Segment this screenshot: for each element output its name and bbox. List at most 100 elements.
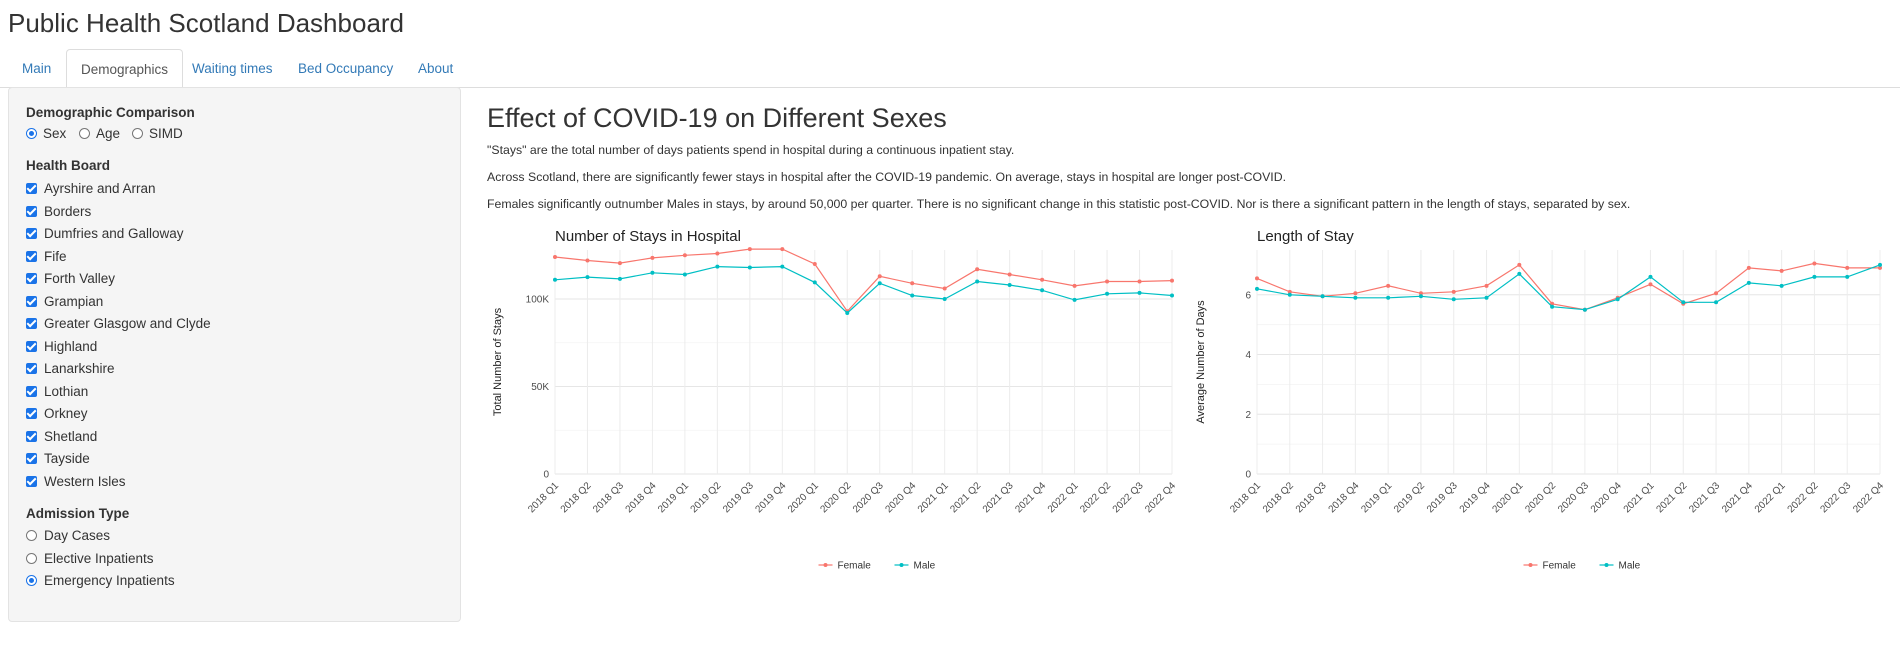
checkbox[interactable] bbox=[26, 475, 37, 487]
checkbox-forth-valley[interactable]: Forth Valley bbox=[26, 271, 115, 286]
checkbox-label: Western Isles bbox=[44, 473, 126, 489]
data-point-female bbox=[553, 255, 557, 259]
radio-button[interactable] bbox=[132, 128, 143, 139]
x-tick-label: 2019 Q4 bbox=[1458, 480, 1493, 515]
checkbox[interactable] bbox=[26, 453, 37, 464]
radio-sex[interactable]: Sex bbox=[26, 126, 66, 141]
y-axis-label: Total Number of Stays bbox=[492, 307, 504, 416]
data-point-female bbox=[1353, 291, 1358, 296]
checkbox-label: Tayside bbox=[44, 451, 90, 466]
length-of-stay-chart: 02462018 Q12018 Q22018 Q32018 Q42019 Q12… bbox=[1195, 228, 1886, 572]
legend-marker-male bbox=[1604, 563, 1609, 567]
data-point-female bbox=[910, 281, 915, 286]
data-point-male bbox=[877, 281, 882, 286]
x-tick-label: 2019 Q2 bbox=[1392, 480, 1427, 515]
tab-main[interactable]: Main bbox=[8, 49, 65, 88]
checkbox[interactable] bbox=[26, 183, 37, 194]
checkbox-greater-glasgow-and-clyde[interactable]: Greater Glasgow and Clyde bbox=[26, 316, 211, 331]
checkbox[interactable] bbox=[26, 340, 37, 352]
data-point-male bbox=[682, 272, 687, 277]
data-point-male bbox=[1582, 307, 1587, 312]
tab-about[interactable]: About bbox=[404, 49, 467, 88]
legend-label-male: Male bbox=[914, 561, 936, 572]
x-tick-label: 2022 Q4 bbox=[1851, 480, 1886, 515]
checkbox[interactable] bbox=[26, 430, 37, 442]
checkbox[interactable] bbox=[26, 205, 37, 217]
legend-label-female: Female bbox=[838, 561, 872, 572]
radio-button[interactable] bbox=[79, 128, 90, 139]
checkbox-label: Greater Glasgow and Clyde bbox=[44, 316, 211, 331]
data-point-male bbox=[1072, 297, 1077, 302]
data-point-male bbox=[1484, 295, 1489, 300]
data-point-female bbox=[1040, 277, 1045, 282]
tab-demographics[interactable]: Demographics bbox=[66, 49, 184, 89]
checkbox-lothian[interactable]: Lothian bbox=[26, 384, 88, 399]
checkbox-lanarkshire[interactable]: Lanarkshire bbox=[26, 361, 115, 376]
checkbox-borders[interactable]: Borders bbox=[26, 204, 91, 219]
checkbox-label: Shetland bbox=[44, 428, 98, 444]
radio-button[interactable] bbox=[26, 530, 37, 541]
x-tick-label: 2019 Q4 bbox=[754, 480, 789, 515]
data-point-male bbox=[975, 279, 980, 284]
x-tick-label: 2020 Q3 bbox=[851, 480, 886, 515]
checkbox-tayside[interactable]: Tayside bbox=[26, 451, 90, 466]
checkbox-shetland[interactable]: Shetland bbox=[26, 429, 97, 444]
x-tick-label: 2022 Q3 bbox=[1111, 480, 1146, 515]
data-point-male bbox=[1812, 274, 1817, 279]
radio-day-cases[interactable]: Day Cases bbox=[26, 528, 110, 543]
data-point-male bbox=[1137, 290, 1142, 295]
paragraph-sex-comparison: Females significantly outnumber Males in… bbox=[487, 197, 1631, 211]
plot-panel bbox=[1257, 250, 1880, 474]
radio-button[interactable] bbox=[26, 575, 37, 586]
checkbox[interactable] bbox=[26, 318, 37, 329]
tab-waiting-times[interactable]: Waiting times bbox=[178, 49, 287, 88]
checkbox[interactable] bbox=[26, 363, 37, 374]
checkbox-orkney[interactable]: Orkney bbox=[26, 406, 88, 421]
checkbox-western-isles[interactable]: Western Isles bbox=[26, 474, 126, 489]
checkbox-highland[interactable]: Highland bbox=[26, 339, 97, 354]
data-point-female bbox=[1714, 291, 1719, 296]
x-tick-label: 2018 Q2 bbox=[559, 480, 594, 515]
radio-label: SIMD bbox=[149, 126, 183, 141]
data-point-male bbox=[715, 264, 720, 269]
chart-title: Number of Stays in Hospital bbox=[555, 228, 741, 245]
checkbox-dumfries-and-galloway[interactable]: Dumfries and Galloway bbox=[26, 226, 184, 241]
data-point-male bbox=[845, 311, 850, 315]
checkbox-grampian[interactable]: Grampian bbox=[26, 294, 103, 309]
x-tick-label: 2019 Q2 bbox=[689, 480, 724, 515]
x-tick-label: 2021 Q1 bbox=[1622, 480, 1657, 515]
radio-elective-inpatients[interactable]: Elective Inpatients bbox=[26, 551, 154, 566]
radio-age[interactable]: Age bbox=[79, 126, 120, 141]
x-tick-label: 2019 Q1 bbox=[1359, 480, 1394, 515]
checkbox[interactable] bbox=[26, 228, 37, 239]
checkbox[interactable] bbox=[26, 250, 37, 262]
x-tick-label: 2020 Q4 bbox=[883, 480, 918, 515]
radio-simd[interactable]: SIMD bbox=[132, 126, 183, 141]
checkbox[interactable] bbox=[26, 385, 37, 397]
data-point-female bbox=[715, 251, 720, 256]
data-point-female bbox=[1072, 283, 1077, 288]
radio-button[interactable] bbox=[26, 128, 37, 139]
checkbox[interactable] bbox=[26, 295, 37, 307]
data-point-male bbox=[910, 293, 915, 298]
y-tick-label: 100K bbox=[526, 295, 550, 306]
radio-label: Elective Inpatients bbox=[44, 551, 154, 566]
legend-marker-male bbox=[899, 563, 904, 567]
checkbox[interactable] bbox=[26, 408, 37, 419]
x-tick-label: 2020 Q1 bbox=[786, 480, 821, 515]
checkbox-ayrshire-and-arran[interactable]: Ayrshire and Arran bbox=[26, 181, 156, 196]
data-point-female bbox=[1779, 268, 1784, 273]
data-point-male bbox=[1681, 300, 1686, 305]
y-tick-label: 50K bbox=[531, 382, 549, 393]
data-point-male bbox=[812, 280, 817, 285]
tab-bed-occupancy[interactable]: Bed Occupancy bbox=[284, 49, 407, 88]
data-point-male bbox=[650, 270, 655, 275]
data-point-female bbox=[1648, 282, 1653, 287]
checkbox[interactable] bbox=[26, 273, 37, 284]
radio-button[interactable] bbox=[26, 553, 37, 564]
y-axis-label: Average Number of Days bbox=[1195, 300, 1207, 424]
radio-emergency-inpatients[interactable]: Emergency Inpatients bbox=[26, 573, 175, 588]
data-point-female bbox=[942, 286, 947, 291]
checkbox-fife[interactable]: Fife bbox=[26, 249, 67, 264]
data-point-male bbox=[780, 264, 785, 269]
